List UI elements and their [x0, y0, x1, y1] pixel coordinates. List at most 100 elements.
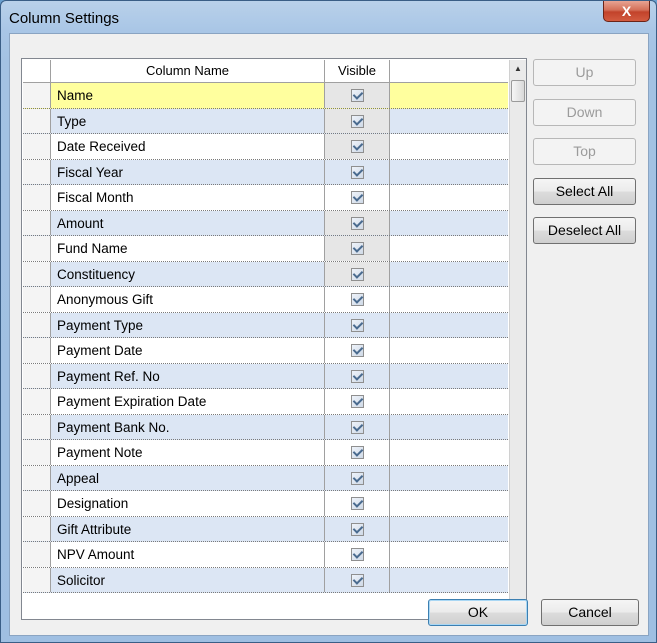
row-selector[interactable] [23, 108, 51, 133]
visible-cell[interactable] [325, 567, 390, 592]
up-button[interactable]: Up [533, 59, 636, 86]
table-row[interactable]: Fund Name [23, 236, 508, 262]
visible-checkbox[interactable] [351, 114, 364, 128]
table-row[interactable]: NPV Amount [23, 542, 508, 568]
column-name-cell[interactable]: Solicitor [51, 567, 325, 592]
column-name-cell[interactable]: Fiscal Month [51, 185, 325, 210]
row-selector[interactable] [23, 83, 51, 108]
visible-checkbox[interactable] [351, 242, 364, 255]
visible-checkbox[interactable] [351, 344, 364, 357]
column-name-cell[interactable]: Type [51, 108, 325, 133]
visible-cell[interactable] [325, 83, 390, 108]
visible-cell[interactable] [325, 159, 390, 184]
column-name-cell[interactable]: Date Received [51, 134, 325, 159]
table-row[interactable]: Amount [23, 210, 508, 236]
visible-checkbox[interactable] [351, 318, 364, 332]
row-selector[interactable] [23, 542, 51, 567]
visible-cell[interactable] [325, 542, 390, 567]
row-selector[interactable] [23, 414, 51, 439]
table-row[interactable]: Solicitor [23, 567, 508, 593]
visible-cell[interactable] [325, 363, 390, 388]
row-selector[interactable] [23, 465, 51, 490]
row-selector[interactable] [23, 440, 51, 465]
column-name-cell[interactable]: Payment Expiration Date [51, 389, 325, 414]
visible-cell[interactable] [325, 465, 390, 490]
visible-checkbox[interactable] [351, 267, 364, 281]
column-name-cell[interactable]: Payment Date [51, 338, 325, 363]
visible-cell[interactable] [325, 185, 390, 210]
visible-checkbox[interactable] [351, 191, 364, 204]
table-row[interactable]: Anonymous Gift [23, 287, 508, 313]
table-row[interactable]: Designation [23, 491, 508, 517]
header-visible[interactable]: Visible [325, 60, 390, 82]
visible-cell[interactable] [325, 108, 390, 133]
table-row[interactable]: Payment Bank No. [23, 414, 508, 440]
visible-cell[interactable] [325, 389, 390, 414]
visible-checkbox[interactable] [351, 165, 364, 179]
column-name-cell[interactable]: Payment Ref. No [51, 363, 325, 388]
select-all-button[interactable]: Select All [533, 178, 636, 205]
row-selector[interactable] [23, 312, 51, 337]
visible-cell[interactable] [325, 414, 390, 439]
row-selector[interactable] [23, 236, 51, 261]
visible-cell[interactable] [325, 134, 390, 159]
column-name-cell[interactable]: Gift Attribute [51, 516, 325, 541]
column-name-cell[interactable]: Designation [51, 491, 325, 516]
visible-checkbox[interactable] [351, 522, 364, 536]
table-row[interactable]: Appeal [23, 465, 508, 491]
ok-button[interactable]: OK [428, 599, 528, 626]
column-name-cell[interactable]: NPV Amount [51, 542, 325, 567]
row-selector[interactable] [23, 389, 51, 414]
visible-cell[interactable] [325, 261, 390, 286]
table-row[interactable]: Payment Expiration Date [23, 389, 508, 415]
visible-checkbox[interactable] [351, 369, 364, 383]
table-row[interactable]: Constituency [23, 261, 508, 287]
visible-cell[interactable] [325, 287, 390, 312]
visible-cell[interactable] [325, 236, 390, 261]
column-name-cell[interactable]: Fiscal Year [51, 159, 325, 184]
row-selector[interactable] [23, 363, 51, 388]
visible-cell[interactable] [325, 491, 390, 516]
visible-checkbox[interactable] [351, 497, 364, 510]
down-button[interactable]: Down [533, 99, 636, 126]
column-name-cell[interactable]: Payment Bank No. [51, 414, 325, 439]
column-name-cell[interactable]: Payment Type [51, 312, 325, 337]
column-name-cell[interactable]: Appeal [51, 465, 325, 490]
header-column-name[interactable]: Column Name [51, 60, 325, 82]
visible-checkbox[interactable] [351, 293, 364, 306]
visible-checkbox[interactable] [351, 89, 364, 102]
column-name-cell[interactable]: Amount [51, 210, 325, 235]
row-selector[interactable] [23, 491, 51, 516]
visible-checkbox[interactable] [351, 216, 364, 230]
visible-checkbox[interactable] [351, 420, 364, 434]
table-row[interactable]: Gift Attribute [23, 516, 508, 542]
table-row[interactable]: Payment Type [23, 312, 508, 338]
visible-checkbox[interactable] [351, 395, 364, 408]
visible-cell[interactable] [325, 440, 390, 465]
cancel-button[interactable]: Cancel [541, 599, 639, 626]
scroll-thumb[interactable] [511, 80, 525, 102]
row-selector[interactable] [23, 159, 51, 184]
visible-checkbox[interactable] [351, 548, 364, 561]
visible-cell[interactable] [325, 516, 390, 541]
table-row[interactable]: Fiscal Year [23, 159, 508, 185]
deselect-all-button[interactable]: Deselect All [533, 217, 636, 244]
vertical-scrollbar[interactable]: ▲ ▼ [509, 60, 526, 618]
row-selector[interactable] [23, 210, 51, 235]
column-name-cell[interactable]: Payment Note [51, 440, 325, 465]
row-selector[interactable] [23, 134, 51, 159]
row-selector[interactable] [23, 261, 51, 286]
row-selector[interactable] [23, 185, 51, 210]
top-button[interactable]: Top [533, 138, 636, 165]
table-row[interactable]: Type [23, 108, 508, 134]
column-name-cell[interactable]: Constituency [51, 261, 325, 286]
table-row[interactable]: Date Received [23, 134, 508, 160]
table-row[interactable]: Payment Date [23, 338, 508, 364]
table-row[interactable]: Payment Note [23, 440, 508, 466]
title-bar[interactable]: Column Settings X [1, 1, 656, 35]
visible-cell[interactable] [325, 338, 390, 363]
row-selector[interactable] [23, 516, 51, 541]
column-name-cell[interactable]: Name [51, 83, 325, 108]
row-selector[interactable] [23, 338, 51, 363]
table-row[interactable]: Fiscal Month [23, 185, 508, 211]
